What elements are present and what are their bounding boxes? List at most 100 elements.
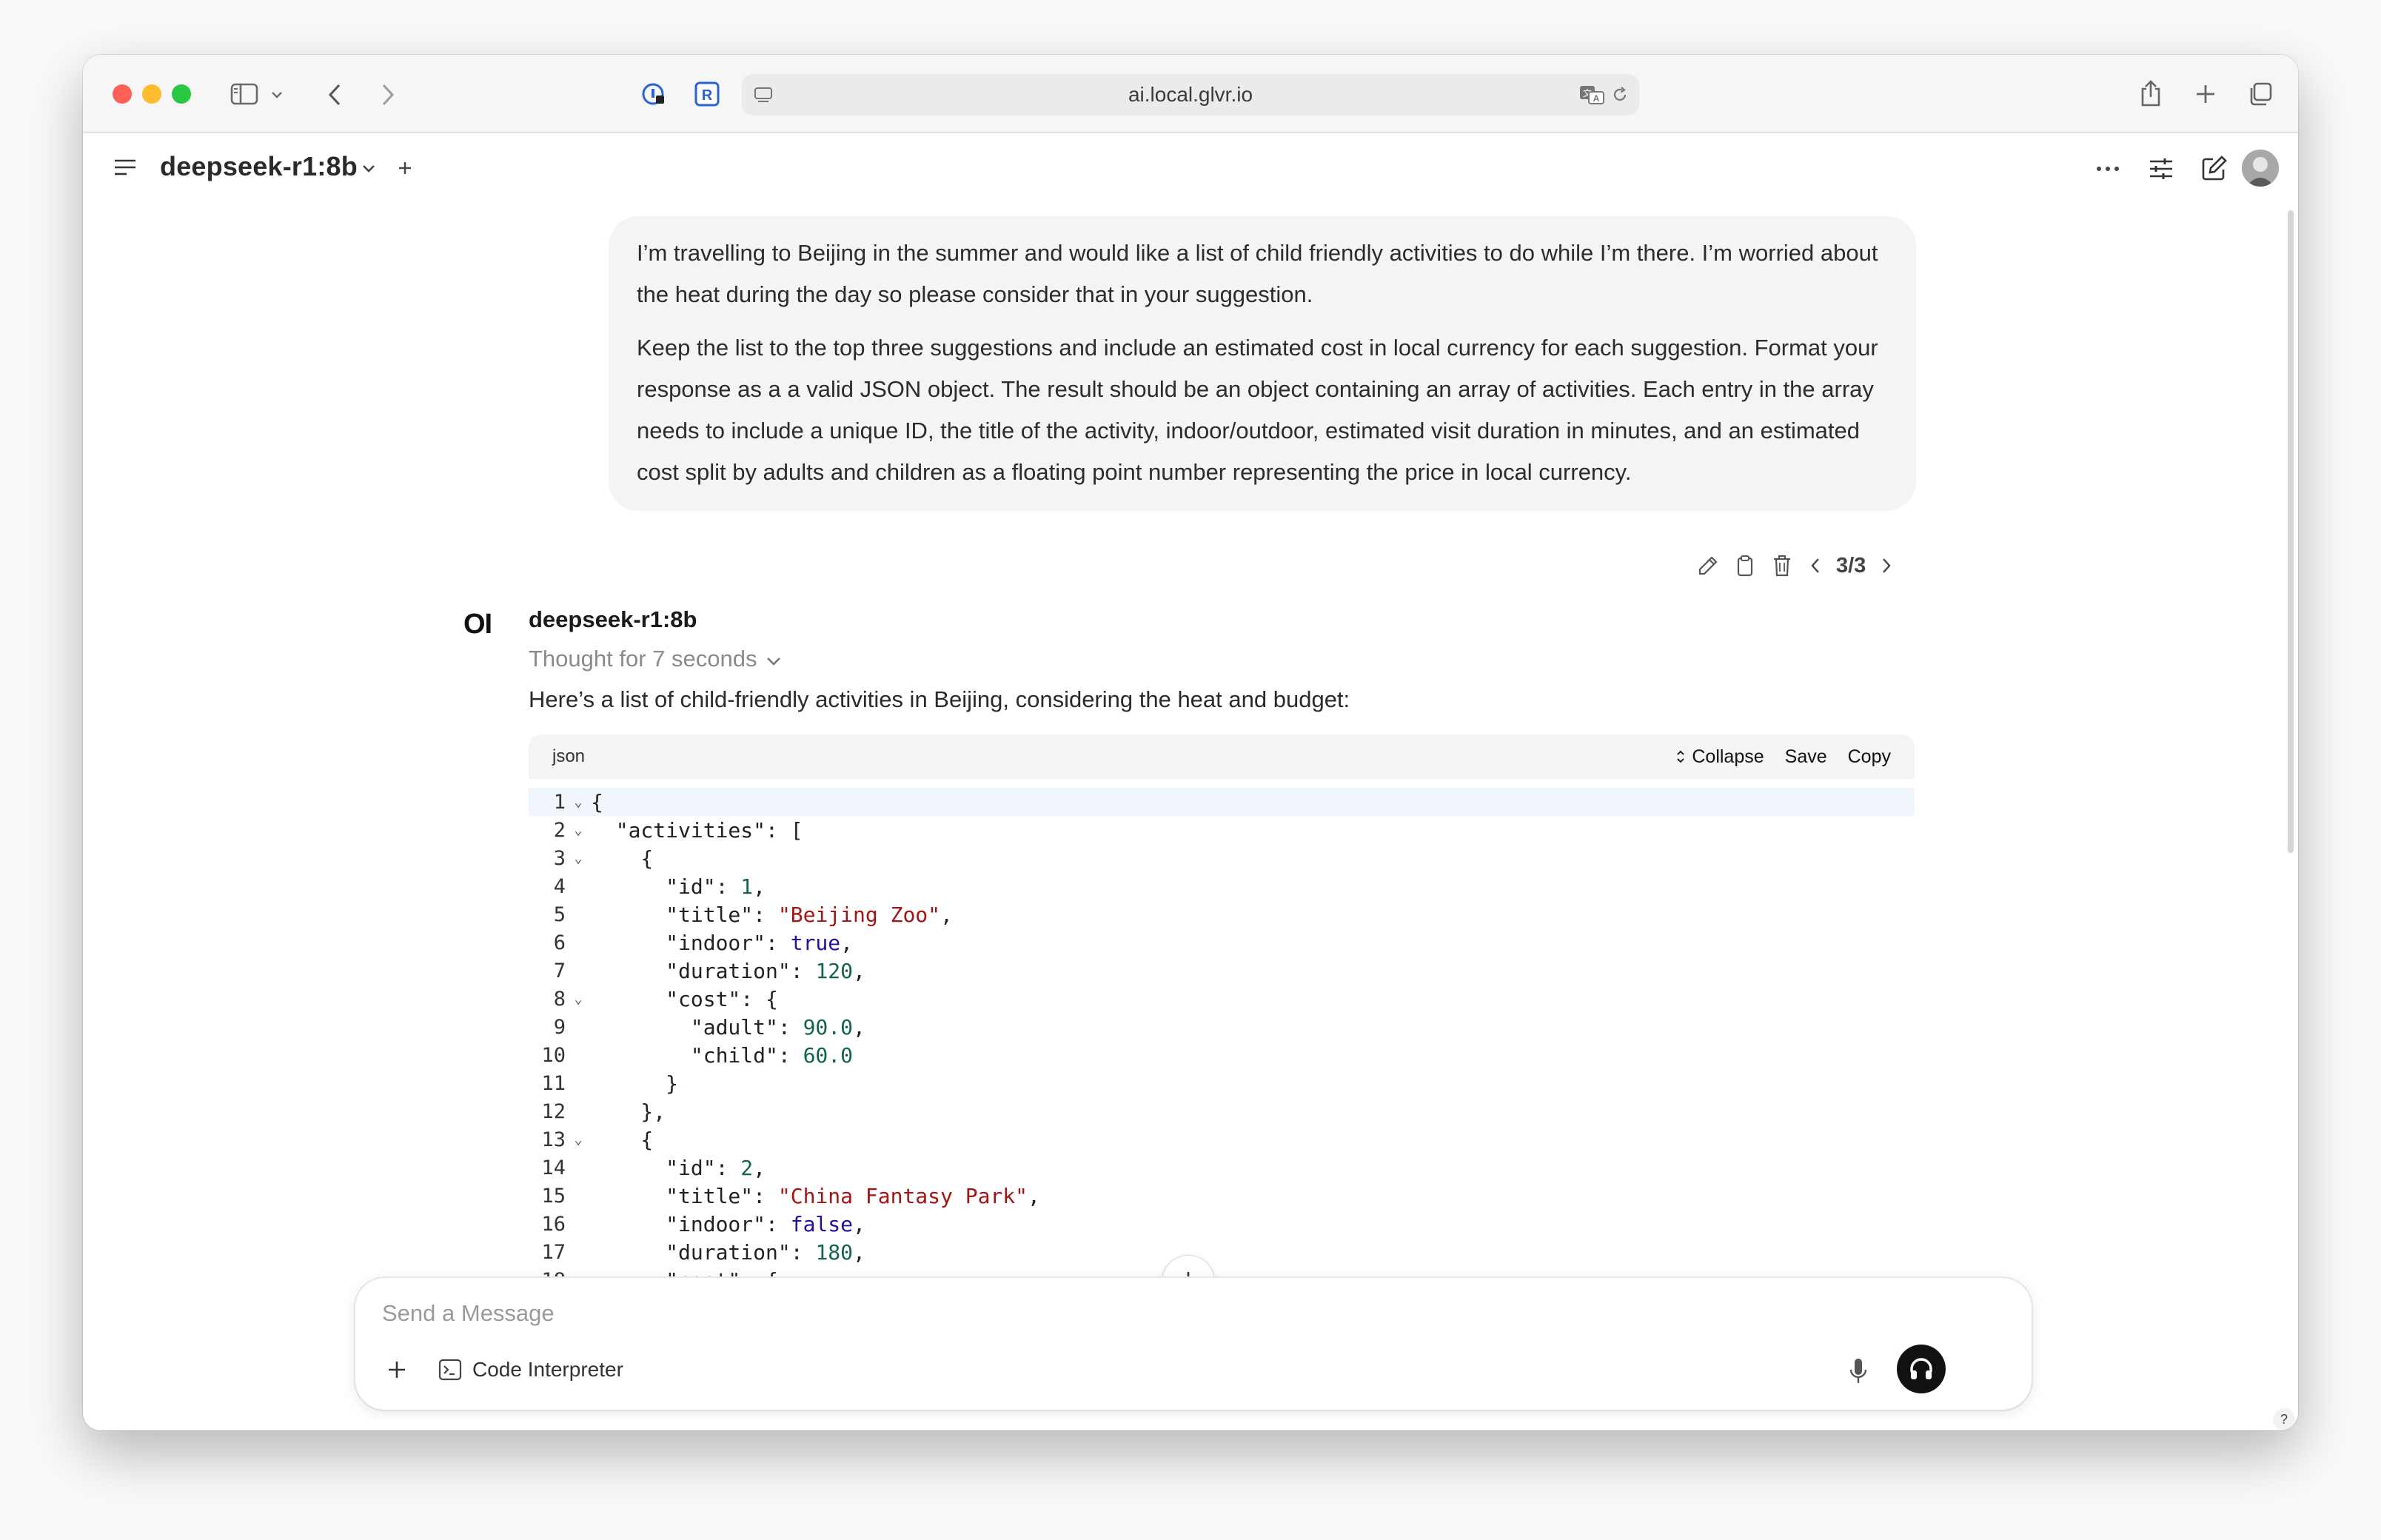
line-number: 2 bbox=[553, 818, 566, 842]
fold-chevron-icon[interactable]: ⌄ bbox=[566, 1132, 591, 1148]
delete-trash-icon[interactable] bbox=[1769, 553, 1795, 578]
chevron-down-icon[interactable] bbox=[268, 86, 286, 104]
code-text: "indoor": true, bbox=[591, 930, 854, 955]
forward-arrow-icon[interactable] bbox=[373, 80, 403, 110]
translate-icon[interactable]: 文A bbox=[1577, 83, 1607, 107]
code-interpreter-toggle[interactable]: Code Interpreter bbox=[438, 1355, 623, 1385]
code-text: "title": "Beijing Zoo", bbox=[591, 902, 953, 927]
collapse-button[interactable]: Collapse bbox=[1675, 746, 1764, 768]
code-line: 10 "child": 60.0 bbox=[529, 1041, 1915, 1069]
code-interpreter-label: Code Interpreter bbox=[472, 1358, 623, 1381]
page-settings-icon[interactable] bbox=[752, 84, 774, 105]
line-number: 9 bbox=[553, 1015, 566, 1039]
svg-text:A: A bbox=[1593, 93, 1600, 104]
code-editor[interactable]: 1 ⌄{2 ⌄ "activities": [3 ⌄ {4 "id": 1, 5 "ti… bbox=[529, 779, 1915, 1330]
fold-chevron-icon[interactable]: ⌄ bbox=[566, 794, 591, 810]
code-line: 3 ⌄ { bbox=[529, 844, 1915, 872]
new-chat-edit-icon[interactable] bbox=[2199, 153, 2230, 184]
model-dropdown-chevron-icon[interactable] bbox=[358, 158, 379, 179]
user-message-paragraph: I’m travelling to Beijing in the summer … bbox=[637, 240, 1878, 307]
new-tab-plus-icon[interactable] bbox=[2190, 78, 2221, 110]
code-block-header: json Collapse Save Copy bbox=[529, 734, 1915, 779]
voice-mode-button[interactable] bbox=[1897, 1345, 1946, 1393]
thought-label: Thought for 7 seconds bbox=[529, 646, 757, 672]
add-model-plus-icon[interactable] bbox=[394, 157, 416, 179]
code-text: "id": 1, bbox=[591, 874, 766, 899]
sidebar-toggle-icon[interactable] bbox=[228, 80, 261, 108]
code-line: 9 "adult": 90.0, bbox=[529, 1013, 1915, 1041]
close-window-button[interactable] bbox=[113, 84, 132, 104]
user-message-bubble: I’m travelling to Beijing in the summer … bbox=[609, 216, 1916, 511]
collapse-chevrons-icon bbox=[1677, 750, 1685, 763]
terminal-icon bbox=[438, 1359, 462, 1381]
code-line: 13 ⌄ { bbox=[529, 1125, 1915, 1154]
previous-version-chevron-icon[interactable] bbox=[1806, 553, 1824, 578]
collapse-label: Collapse bbox=[1692, 746, 1764, 767]
tab-overview-icon[interactable] bbox=[2245, 78, 2276, 110]
code-line: 5 "title": "Beijing Zoo", bbox=[529, 900, 1915, 928]
microphone-icon[interactable] bbox=[1843, 1355, 1873, 1387]
message-input[interactable]: Send a Message bbox=[382, 1300, 555, 1327]
fold-chevron-icon[interactable]: ⌄ bbox=[566, 851, 591, 866]
password-extension-icon[interactable] bbox=[640, 80, 668, 108]
more-options-icon[interactable] bbox=[2092, 155, 2123, 182]
back-arrow-icon[interactable] bbox=[320, 80, 349, 110]
code-text: "activities": [ bbox=[591, 817, 803, 843]
copy-button[interactable]: Copy bbox=[1848, 746, 1891, 768]
line-number: 11 bbox=[541, 1071, 566, 1095]
line-number: 7 bbox=[553, 959, 566, 982]
code-line: 12 }, bbox=[529, 1097, 1915, 1125]
assistant-name: deepseek-r1:8b bbox=[529, 606, 697, 632]
save-button[interactable]: Save bbox=[1785, 746, 1827, 768]
code-line: 4 "id": 1, bbox=[529, 872, 1915, 900]
code-line: 11 } bbox=[529, 1069, 1915, 1097]
code-line: 16 "indoor": false, bbox=[529, 1210, 1915, 1238]
copy-clipboard-icon[interactable] bbox=[1732, 553, 1758, 578]
next-version-chevron-icon[interactable] bbox=[1878, 553, 1895, 578]
url-text: ai.local.glvr.io bbox=[1128, 83, 1253, 106]
help-button[interactable]: ? bbox=[2273, 1408, 2295, 1430]
assistant-intro-text: Here’s a list of child-friendly activiti… bbox=[529, 686, 1350, 712]
fold-chevron-icon[interactable]: ⌄ bbox=[566, 991, 591, 1007]
line-number: 3 bbox=[553, 846, 566, 870]
line-number: 13 bbox=[541, 1128, 566, 1151]
minimize-window-button[interactable] bbox=[142, 84, 161, 104]
menu-icon[interactable] bbox=[111, 155, 139, 179]
chevron-down-icon bbox=[766, 646, 782, 672]
code-line: 2 ⌄ "activities": [ bbox=[529, 816, 1915, 844]
controls-sliders-icon[interactable] bbox=[2146, 154, 2177, 184]
zoom-window-button[interactable] bbox=[172, 84, 191, 104]
model-selector[interactable]: deepseek-r1:8b bbox=[160, 151, 358, 182]
line-number: 6 bbox=[553, 931, 566, 954]
thought-toggle[interactable]: Thought for 7 seconds bbox=[529, 646, 782, 672]
code-text: "id": 2, bbox=[591, 1155, 766, 1180]
reload-icon[interactable] bbox=[1610, 84, 1630, 105]
edit-pencil-icon[interactable] bbox=[1695, 553, 1721, 578]
browser-window: R ai.local.glvr.io 文A deepseek-r1:8b I’m… bbox=[83, 55, 2298, 1430]
code-block: json Collapse Save Copy 1 ⌄{2 ⌄ "activitie… bbox=[529, 734, 1915, 1330]
code-line: 7 "duration": 120, bbox=[529, 957, 1915, 985]
line-number: 12 bbox=[541, 1099, 566, 1123]
line-number: 17 bbox=[541, 1240, 566, 1264]
svg-text:R: R bbox=[702, 87, 713, 104]
line-number: 1 bbox=[553, 790, 566, 814]
model-name: deepseek-r1:8b bbox=[160, 151, 358, 181]
code-line: 6 "indoor": true, bbox=[529, 928, 1915, 957]
code-text: } bbox=[591, 1071, 679, 1096]
attach-plus-icon[interactable] bbox=[382, 1355, 412, 1385]
user-avatar[interactable] bbox=[2242, 150, 2279, 187]
chat-scrollbar[interactable] bbox=[2288, 210, 2294, 853]
code-text: { bbox=[591, 789, 603, 814]
line-number: 4 bbox=[553, 874, 566, 898]
line-number: 14 bbox=[541, 1156, 566, 1179]
address-bar[interactable]: ai.local.glvr.io 文A bbox=[742, 74, 1639, 116]
line-number: 10 bbox=[541, 1043, 566, 1067]
code-line: 17 "duration": 180, bbox=[529, 1238, 1915, 1266]
code-text: "title": "China Fantasy Park", bbox=[591, 1183, 1040, 1208]
code-line: 14 "id": 2, bbox=[529, 1154, 1915, 1182]
fold-chevron-icon[interactable]: ⌄ bbox=[566, 823, 591, 838]
reader-extension-icon[interactable]: R bbox=[693, 80, 721, 108]
code-text: "child": 60.0 bbox=[591, 1042, 854, 1068]
share-icon[interactable] bbox=[2135, 77, 2166, 110]
code-text: "duration": 120, bbox=[591, 958, 865, 983]
